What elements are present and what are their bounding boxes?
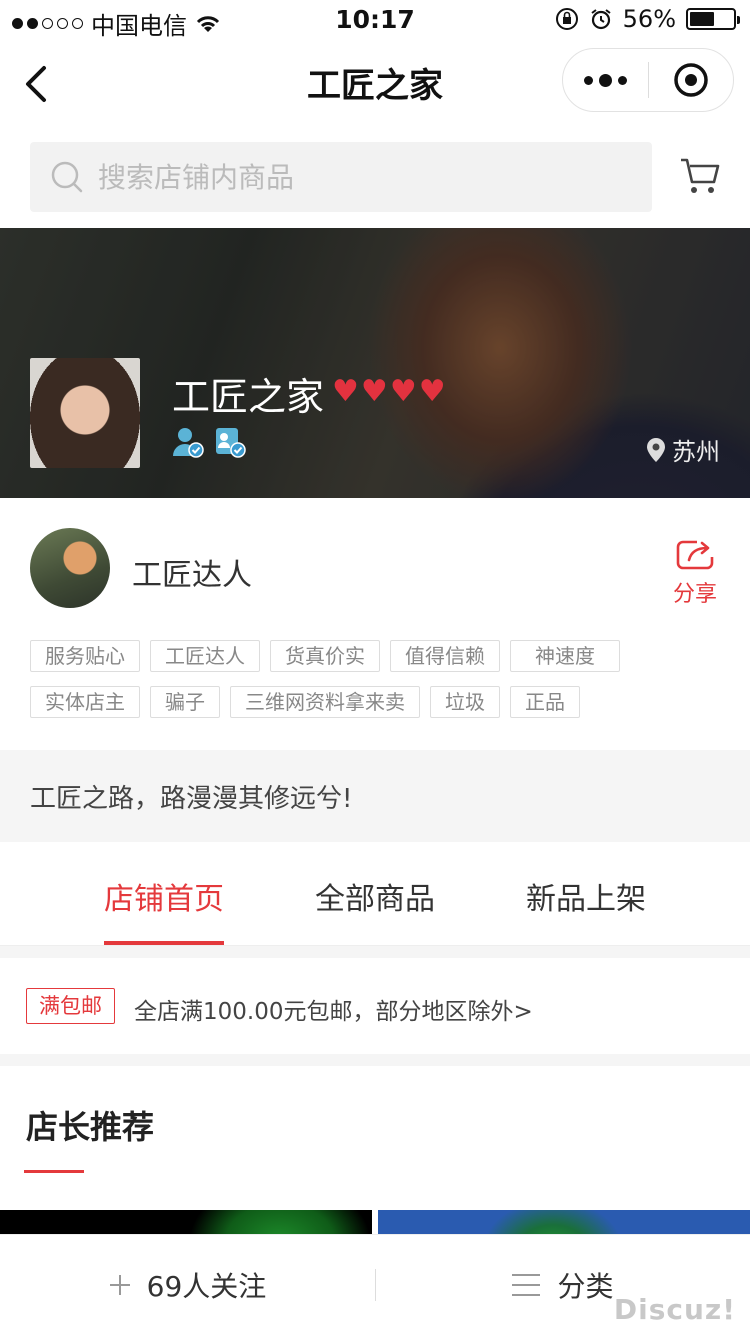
shop-name: 工匠之家: [172, 375, 325, 419]
owner-name: 工匠达人: [132, 558, 252, 593]
tag: 骗子: [150, 686, 220, 718]
more-dots-icon: [583, 75, 593, 85]
tab-all-products[interactable]: 全部商品: [315, 874, 435, 918]
active-tab-indicator: [104, 941, 224, 945]
tag: 货真价实: [270, 640, 380, 672]
section-divider: [0, 1054, 750, 1066]
orientation-lock-icon: [555, 8, 578, 30]
share-label: 分享: [672, 582, 717, 607]
back-button[interactable]: [18, 60, 58, 108]
tag: 值得信赖: [390, 640, 500, 672]
free-shipping-badge: 满包邮: [26, 988, 115, 1024]
search-row: [0, 128, 750, 228]
share-button[interactable]: 分享: [670, 538, 720, 608]
status-bar: 中国电信 10:17 56%: [0, 0, 750, 40]
page: 中国电信 10:17 56% 工匠之家 搜索店铺内商品 工匠之家 ♥ ♥ ♥ ♥…: [0, 0, 750, 1334]
shop-banner: 工匠之家 ♥ ♥ ♥ ♥ 苏州: [0, 228, 750, 498]
watermark-logo: Discuz!: [613, 1293, 736, 1326]
category-label: 分类: [557, 1270, 614, 1303]
battery-icon: [686, 8, 740, 30]
share-icon: [676, 540, 714, 570]
plus-icon: [109, 1275, 130, 1295]
location-pin-icon: [647, 437, 665, 462]
shop-rating-hearts: ♥ ♥ ♥ ♥: [332, 377, 446, 407]
tag: 实体店主: [30, 686, 140, 718]
alarm-icon: [591, 9, 611, 30]
heart-icon: ♥: [389, 374, 417, 409]
verification-badges: [172, 426, 246, 458]
shop-tabs: 店铺首页 全部商品 新品上架: [0, 842, 750, 946]
heart-icon: ♥: [418, 374, 446, 409]
close-target-icon: [674, 63, 708, 97]
search-icon: [51, 161, 83, 193]
tag-row: 实体店主 骗子 三维网资料拿来卖 垃圾 正品: [30, 686, 730, 718]
tag: 正品: [510, 686, 580, 718]
tab-new-arrivals[interactable]: 新品上架: [526, 874, 646, 918]
tag-row: 服务贴心 工匠达人 货真价实 值得信赖 神速度: [30, 640, 730, 672]
follow-label: 69人关注: [146, 1270, 267, 1303]
shop-location: 苏州: [646, 432, 720, 467]
menu-icon: [512, 1274, 541, 1296]
shop-logo[interactable]: [30, 358, 140, 468]
cart-icon: [681, 158, 720, 193]
close-button[interactable]: [649, 48, 734, 112]
tag: 服务贴心: [30, 640, 140, 672]
shop-tags: 服务贴心 工匠达人 货真价实 值得信赖 神速度 实体店主 骗子 三维网资料拿来卖…: [30, 640, 730, 732]
tag: 垃圾: [430, 686, 500, 718]
recommend-title: 店长推荐: [26, 1108, 155, 1146]
tag: 三维网资料拿来卖: [230, 686, 420, 718]
mini-program-capsule: [562, 48, 734, 112]
follow-button[interactable]: 69人关注: [0, 1235, 375, 1334]
heart-icon: ♥: [332, 374, 359, 409]
battery-level: [690, 12, 714, 26]
more-button[interactable]: [563, 48, 648, 112]
nav-bar: 工匠之家: [0, 40, 750, 128]
battery-percent: 56%: [622, 5, 676, 33]
owner-section: 工匠达人 分享 服务贴心 工匠达人 货真价实 值得信赖 神速度 实体店主 骗子 …: [0, 498, 750, 748]
location-label: 苏州: [672, 438, 720, 466]
heart-icon: ♥: [360, 374, 388, 409]
bottom-divider: [375, 1269, 376, 1301]
verified-id-card-icon: [216, 428, 246, 458]
search-box[interactable]: [30, 142, 652, 212]
tag: 工匠达人: [150, 640, 260, 672]
free-shipping-banner[interactable]: 满包邮 全店满100.00元包邮，部分地区除外>: [0, 958, 750, 1054]
search-input[interactable]: [98, 160, 618, 194]
section-divider: [0, 946, 750, 958]
recommend-title-underline: [24, 1170, 84, 1173]
cart-button[interactable]: [678, 154, 722, 198]
motto-text: 工匠之路，路漫漫其修远兮!: [30, 784, 353, 814]
back-arrow-icon: [26, 66, 46, 102]
verified-person-icon: [173, 428, 204, 458]
tab-shop-home[interactable]: 店铺首页: [104, 874, 224, 918]
free-shipping-text: 全店满100.00元包邮，部分地区除外>: [134, 999, 533, 1025]
owner-avatar[interactable]: [30, 528, 110, 608]
status-right: 56%: [555, 5, 740, 33]
tag: 神速度: [510, 640, 620, 672]
shop-motto: 工匠之路，路漫漫其修远兮!: [0, 750, 750, 842]
